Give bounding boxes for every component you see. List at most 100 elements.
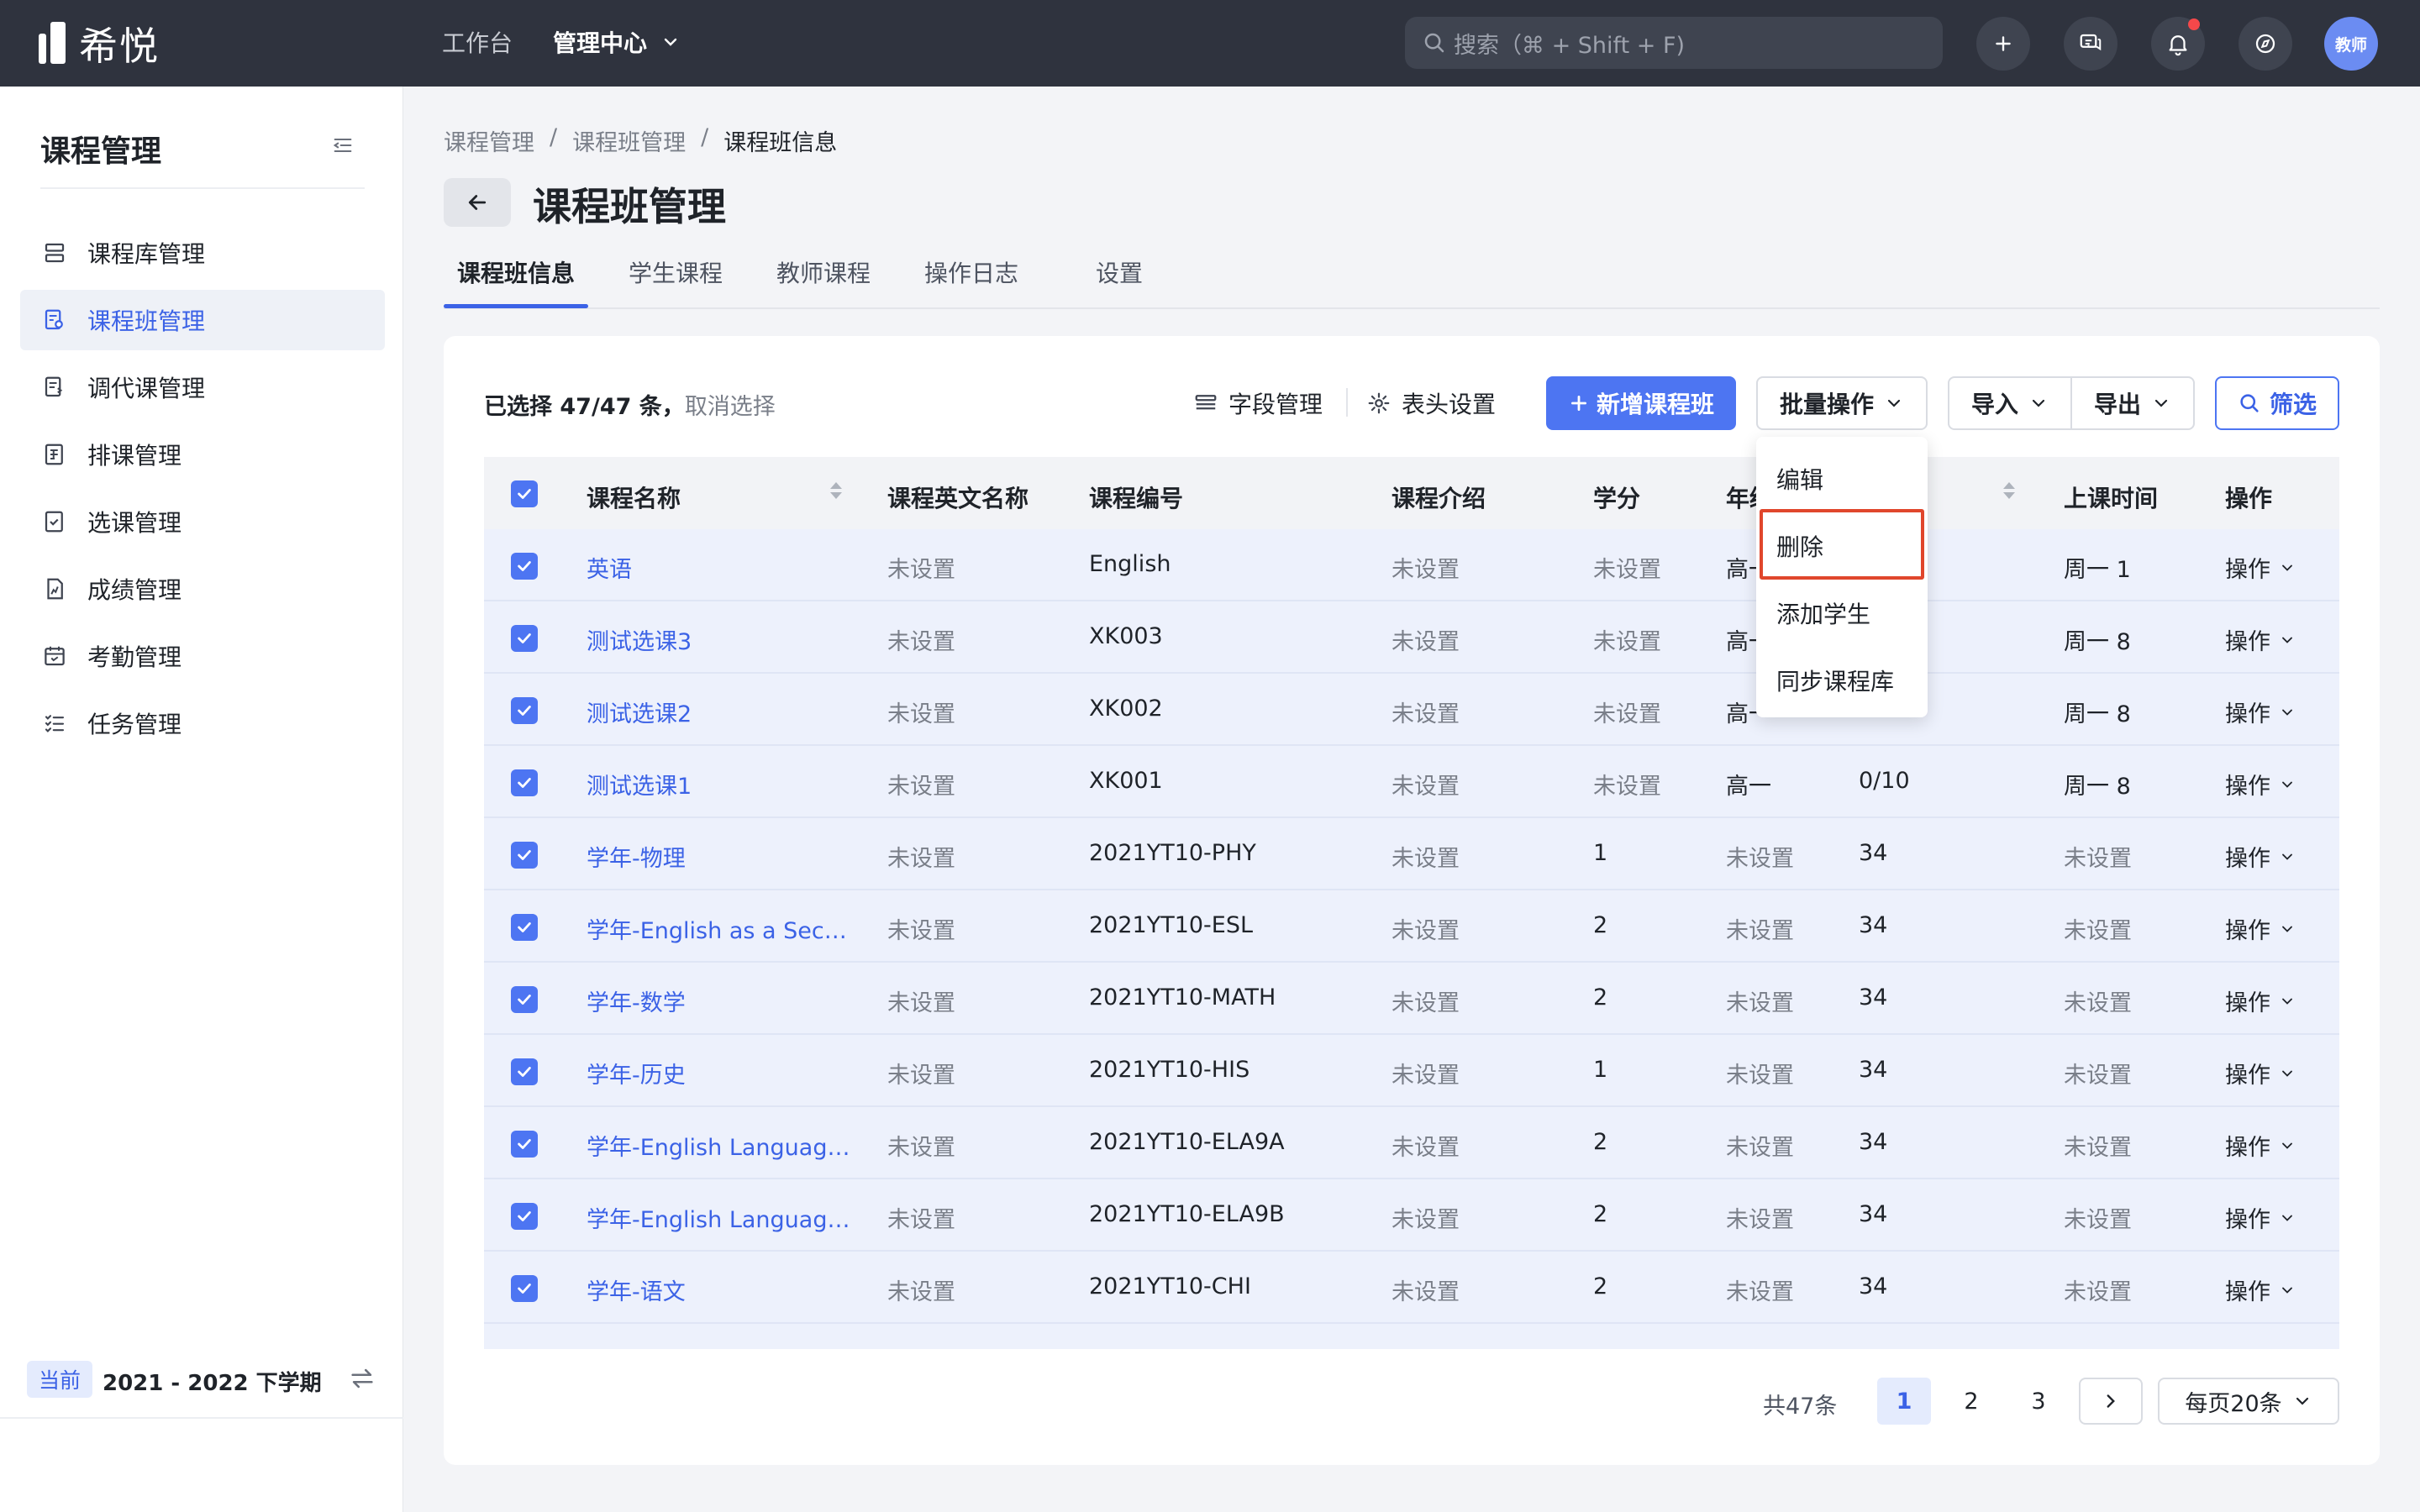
course-name-link[interactable]: 英语 — [587, 551, 632, 584]
row-checkbox[interactable] — [511, 1058, 538, 1085]
row-actions-button[interactable]: 操作 — [2225, 1057, 2296, 1089]
sidebar-item-substitute[interactable]: 调代课管理 — [20, 357, 385, 417]
row-actions-button[interactable]: 操作 — [2225, 551, 2296, 584]
row-checkbox[interactable] — [511, 842, 538, 869]
row-checkbox[interactable] — [511, 914, 538, 941]
row-checkbox[interactable] — [511, 986, 538, 1013]
table-row[interactable]: 英语 未设置 English 未设置 未设置 高一 周一 1 操作 — [484, 529, 2339, 601]
sidebar-item-course-class[interactable]: 课程班管理 — [20, 290, 385, 350]
notifications-button[interactable] — [2151, 17, 2205, 71]
table-row[interactable] — [484, 1324, 2339, 1349]
table-row[interactable]: 学年-数学 未设置 2021YT10-MATH 未设置 2 未设置 34 未设置 操作 — [484, 963, 2339, 1035]
row-checkbox[interactable] — [511, 1131, 538, 1158]
row-actions-label: 操作 — [2225, 701, 2270, 727]
col-course-name[interactable]: 课程名称 — [587, 480, 681, 514]
row-checkbox[interactable] — [511, 553, 538, 580]
tab-settings[interactable]: 设置 — [1096, 255, 1143, 309]
sidebar-item-tasks[interactable]: 任务管理 — [20, 693, 385, 753]
breadcrumb-course-management[interactable]: 课程管理 — [444, 124, 534, 157]
table-row[interactable]: 测试选课3 未设置 XK003 未设置 未设置 高一 周一 8 操作 — [484, 601, 2339, 674]
menu-item-add-student[interactable]: 添加学生 — [1776, 596, 1870, 630]
switch-term-icon[interactable] — [348, 1364, 376, 1396]
add-class-button[interactable]: 新增课程班 — [1546, 376, 1736, 430]
row-actions-button[interactable]: 操作 — [2225, 984, 2296, 1017]
row-actions-button[interactable]: 操作 — [2225, 912, 2296, 945]
pagination-total: 共47条 — [1763, 1394, 1838, 1420]
global-search-input[interactable]: 搜索（⌘ + Shift + F) — [1405, 17, 1943, 69]
messages-button[interactable] — [2064, 17, 2118, 71]
row-checkbox[interactable] — [511, 625, 538, 652]
course-name-link[interactable]: 测试选课2 — [587, 696, 692, 728]
calendar-icon — [40, 643, 69, 669]
collapse-sidebar-icon[interactable] — [331, 134, 355, 160]
tab-teacher-courses[interactable]: 教师课程 — [776, 255, 871, 309]
sort-icon[interactable] — [2003, 482, 2015, 499]
back-button[interactable] — [444, 178, 511, 227]
row-checkbox[interactable] — [511, 769, 538, 796]
sidebar-item-grades[interactable]: 成绩管理 — [20, 559, 385, 619]
menu-item-sync-library[interactable]: 同步课程库 — [1776, 664, 1894, 697]
batch-operation-button[interactable]: 批量操作 — [1756, 376, 1928, 430]
filter-button[interactable]: 筛选 — [2215, 376, 2339, 430]
help-button[interactable] — [2238, 17, 2292, 71]
sidebar-title: 课程管理 — [40, 134, 162, 169]
nav-workbench[interactable]: 工作台 — [442, 25, 513, 59]
tab-operation-log[interactable]: 操作日志 — [924, 255, 1018, 309]
course-name-link[interactable]: 学年-数学 — [587, 984, 686, 1017]
row-checkbox[interactable] — [511, 1203, 538, 1230]
nav-admin-center[interactable]: 管理中心 — [553, 25, 681, 59]
row-checkbox[interactable] — [511, 1275, 538, 1302]
course-name-link[interactable]: 学年-语文 — [587, 1273, 686, 1306]
table-row[interactable]: 测试选课1 未设置 XK001 未设置 未设置 高一 0/10 周一 8 操作 — [484, 746, 2339, 818]
table-row[interactable]: 学年-语文 未设置 2021YT10-CHI 未设置 2 未设置 34 未设置 操作 — [484, 1252, 2339, 1324]
sidebar-item-course-selection[interactable]: 选课管理 — [20, 491, 385, 552]
table-row[interactable]: 测试选课2 未设置 XK002 未设置 未设置 高一 周一 8 操作 — [484, 674, 2339, 746]
add-button[interactable] — [1976, 17, 2030, 71]
course-name-link[interactable]: 学年-English as a Sec… — [587, 912, 847, 945]
row-actions-button[interactable]: 操作 — [2225, 623, 2296, 656]
check-icon — [518, 995, 531, 1005]
page-3-button[interactable]: 3 — [2012, 1378, 2065, 1425]
course-name-link[interactable]: 测试选课3 — [587, 623, 692, 656]
row-actions-button[interactable]: 操作 — [2225, 696, 2296, 728]
select-all-checkbox[interactable] — [511, 480, 538, 507]
field-manage-button[interactable]: 字段管理 — [1193, 386, 1323, 420]
sort-icon[interactable] — [830, 482, 842, 499]
row-actions-button[interactable]: 操作 — [2225, 1129, 2296, 1162]
row-checkbox[interactable] — [511, 697, 538, 724]
course-name-link[interactable]: 学年-English Languag… — [587, 1129, 850, 1162]
table-row[interactable]: 学年-English Languag… 未设置 2021YT10-ELA9B 未设置 2… — [484, 1179, 2339, 1252]
menu-item-edit[interactable]: 编辑 — [1776, 462, 1823, 496]
course-name-link[interactable]: 学年-历史 — [587, 1057, 686, 1089]
app-logo[interactable]: 希悦 — [39, 20, 160, 69]
row-actions-button[interactable]: 操作 — [2225, 768, 2296, 801]
table-row[interactable]: 学年-物理 未设置 2021YT10-PHY 未设置 1 未设置 34 未设置 操作 — [484, 818, 2339, 890]
table-row[interactable]: 学年-English Languag… 未设置 2021YT10-ELA9A 未设置 2… — [484, 1107, 2339, 1179]
course-name-link[interactable]: 学年-English Languag… — [587, 1201, 850, 1234]
user-avatar[interactable]: 教师 — [2324, 17, 2378, 71]
table-row[interactable]: 学年-English as a Sec… 未设置 2021YT10-ESL 未设置 2 未… — [484, 890, 2339, 963]
tab-student-courses[interactable]: 学生课程 — [629, 255, 723, 309]
sidebar-item-attendance[interactable]: 考勤管理 — [20, 626, 385, 686]
header-settings-button[interactable]: 表头设置 — [1366, 386, 1496, 420]
page-2-button[interactable]: 2 — [1944, 1378, 1998, 1425]
sidebar-item-scheduling[interactable]: 排课管理 — [20, 424, 385, 485]
table-row[interactable]: 学年-历史 未设置 2021YT10-HIS 未设置 1 未设置 34 未设置 操作 — [484, 1035, 2339, 1107]
export-button[interactable]: 导出 — [2070, 376, 2195, 430]
breadcrumb-course-class[interactable]: 课程班管理 — [572, 124, 686, 157]
row-actions-button[interactable]: 操作 — [2225, 840, 2296, 873]
next-page-button[interactable] — [2079, 1378, 2143, 1425]
row-actions-button[interactable]: 操作 — [2225, 1201, 2296, 1234]
cancel-selection-link[interactable]: 取消选择 — [685, 394, 776, 420]
tab-class-info[interactable]: 课程班信息 — [457, 255, 575, 309]
table-cell: 34 — [1859, 912, 1888, 938]
course-name-link[interactable]: 测试选课1 — [587, 768, 692, 801]
page-size-select[interactable]: 每页20条 — [2158, 1378, 2339, 1425]
import-button[interactable]: 导入 — [1948, 376, 2072, 430]
sidebar-item-course-library[interactable]: 课程库管理 — [20, 223, 385, 283]
sidebar-item-label: 调代课管理 — [87, 375, 206, 402]
top-bar: 希悦 工作台 管理中心 搜索（⌘ + Shift + F) 教师 — [0, 0, 2420, 87]
page-1-button[interactable]: 1 — [1877, 1378, 1931, 1425]
row-actions-button[interactable]: 操作 — [2225, 1273, 2296, 1306]
course-name-link[interactable]: 学年-物理 — [587, 840, 686, 873]
